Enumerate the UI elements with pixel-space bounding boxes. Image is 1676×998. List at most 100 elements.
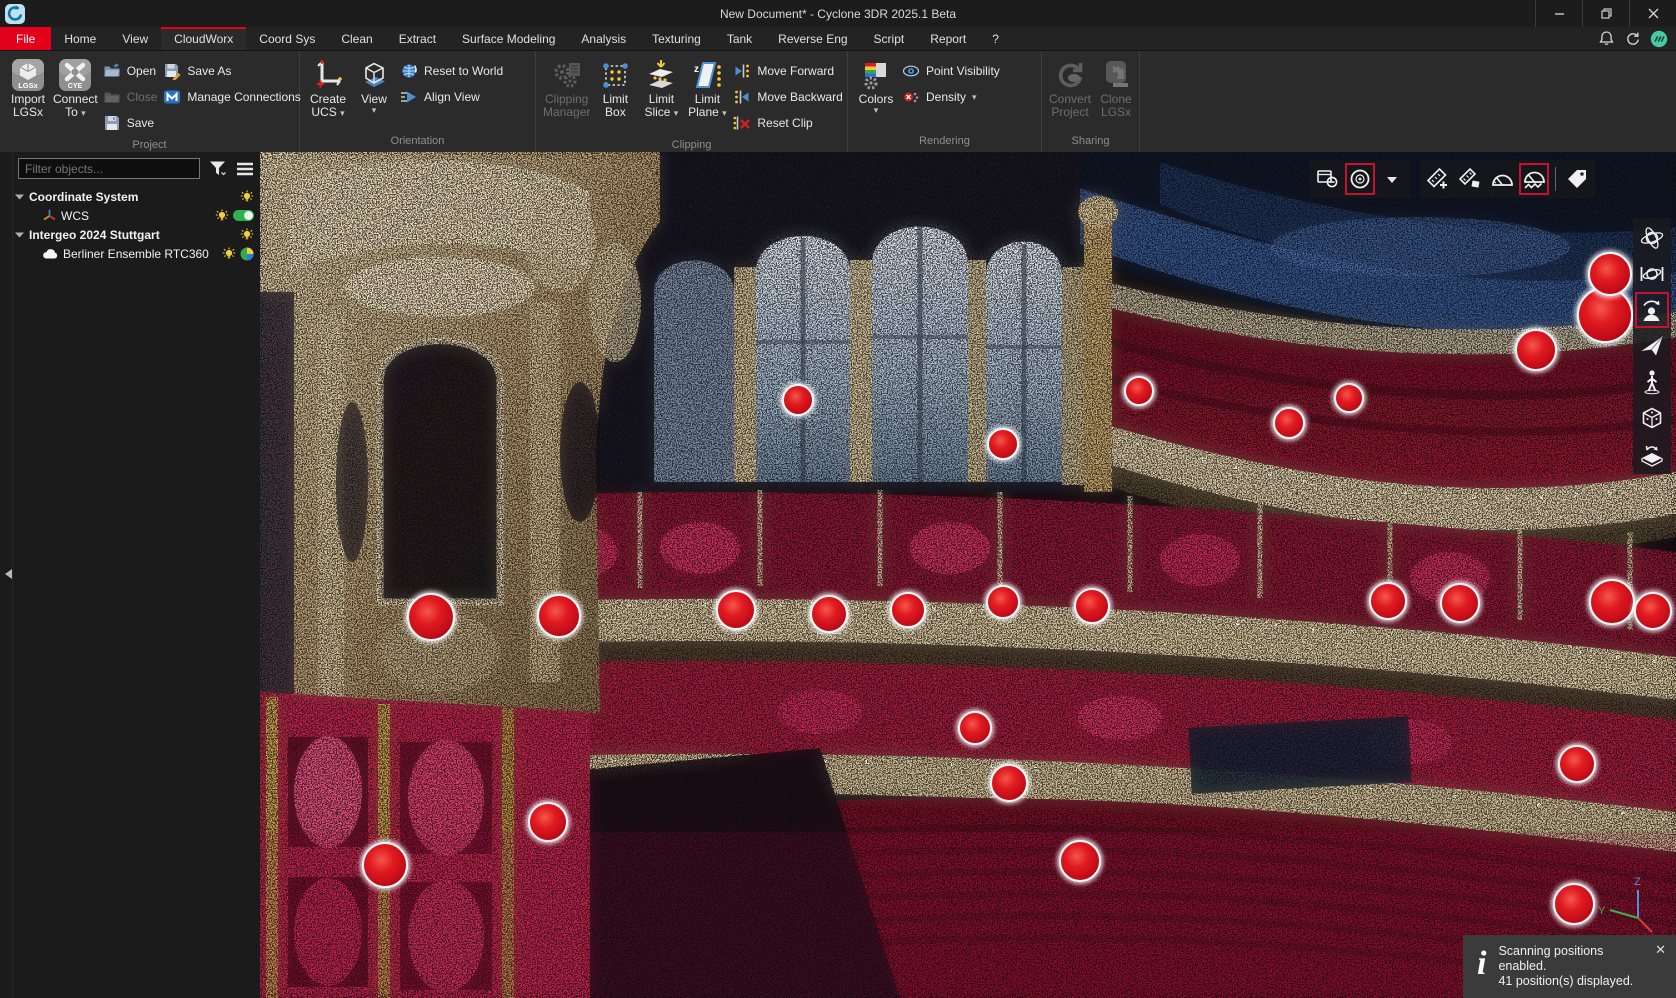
scan-position-marker[interactable] — [1587, 577, 1637, 627]
scan-position-marker[interactable] — [535, 592, 583, 640]
fly-mode[interactable] — [1635, 328, 1669, 364]
scan-position-marker[interactable] — [405, 591, 457, 643]
save-icon — [103, 114, 121, 132]
examine-mode[interactable] — [1635, 292, 1669, 328]
density-button[interactable]: Density▾ — [899, 87, 1003, 107]
tab-file[interactable]: File — [0, 27, 51, 50]
scan-position-marker[interactable] — [1438, 581, 1482, 625]
limit-slice-button[interactable]: LimitSlice ▾ — [638, 54, 684, 119]
close-button[interactable] — [1629, 0, 1676, 27]
filter-icon[interactable] — [209, 160, 227, 177]
box-measurement[interactable] — [1455, 163, 1485, 195]
bulb-icon[interactable] — [222, 247, 236, 261]
connect-to-button[interactable]: CYEConnectTo ▾ — [51, 54, 100, 119]
scan-positions[interactable] — [1345, 163, 1375, 195]
labels[interactable] — [1562, 163, 1592, 195]
scan-position-marker[interactable] — [360, 840, 410, 890]
angle-measurement[interactable] — [1487, 163, 1517, 195]
save-as-button[interactable]: Save As — [160, 61, 303, 81]
sync-icon[interactable] — [1624, 30, 1641, 47]
bulb-icon[interactable] — [240, 190, 254, 204]
tab-extract[interactable]: Extract — [386, 27, 449, 50]
point-visibility-button[interactable]: Point Visibility — [899, 61, 1003, 81]
viewport-3d[interactable]: Z Y X i Scanning positionsenabled.41 pos… — [260, 152, 1676, 998]
panel-menu-icon[interactable] — [236, 162, 254, 176]
reset-to-world-button[interactable]: Reset to World — [397, 61, 506, 81]
scan-position-marker[interactable] — [956, 709, 994, 747]
expand-icon[interactable] — [14, 230, 25, 240]
restore-button[interactable] — [1582, 0, 1629, 27]
scan-position-marker[interactable] — [1072, 586, 1112, 626]
open-button[interactable]: Open — [100, 61, 161, 81]
limit-plane-button[interactable]: zLimitPlane ▾ — [684, 54, 730, 119]
minimize-button[interactable] — [1535, 0, 1582, 27]
reset-clip-button[interactable]: Reset Clip — [730, 113, 845, 133]
scan-position-marker[interactable] — [1551, 881, 1597, 927]
walk-mode[interactable] — [1635, 364, 1669, 400]
scan-position-marker[interactable] — [1332, 381, 1366, 415]
account-icon[interactable] — [1650, 30, 1668, 48]
tab-tank[interactable]: Tank — [714, 27, 765, 50]
scan-position-marker[interactable] — [988, 762, 1030, 804]
tree-item-intergeo-2024-stuttgart[interactable]: Intergeo 2024 Stuttgart — [0, 225, 260, 244]
constrained-orbit-mode[interactable] — [1635, 256, 1669, 292]
app-icon[interactable] — [5, 4, 25, 24]
limit-box-button[interactable]: LimitBox — [592, 54, 638, 119]
tab-reverse-eng[interactable]: Reverse Eng — [765, 27, 860, 50]
tab-texturing[interactable]: Texturing — [639, 27, 714, 50]
add-measurement[interactable] — [1423, 163, 1453, 195]
manage-connections-button[interactable]: Manage Connections — [160, 87, 303, 107]
tab-analysis[interactable]: Analysis — [568, 27, 639, 50]
reset-view[interactable] — [1635, 436, 1669, 472]
tab-home[interactable]: Home — [51, 27, 109, 50]
notification-close-icon[interactable]: ✕ — [1655, 943, 1666, 956]
bell-icon[interactable] — [1598, 30, 1615, 47]
scan-position-marker[interactable] — [985, 426, 1021, 462]
tab-coord-sys[interactable]: Coord Sys — [246, 27, 328, 50]
scan-position-marker[interactable] — [984, 583, 1022, 621]
scan-position-marker[interactable] — [780, 382, 816, 418]
view-button[interactable]: View▾ — [351, 54, 397, 114]
scan-position-marker[interactable] — [1057, 838, 1103, 884]
view-cube[interactable] — [1635, 400, 1669, 436]
import-lgsx-button[interactable]: LGSxImportLGSx — [5, 54, 51, 119]
move-forward-button[interactable]: Move Forward — [730, 61, 845, 81]
tree-item-coordinate-system[interactable]: Coordinate System — [0, 187, 260, 206]
tab-cloudworx[interactable]: CloudWorx — [161, 27, 246, 50]
pano-window-link[interactable] — [1313, 163, 1343, 195]
scan-position-marker[interactable] — [1122, 374, 1156, 408]
scan-position-marker[interactable] — [1271, 405, 1307, 441]
scan-position-marker[interactable] — [1586, 250, 1634, 298]
tab-surface-modeling[interactable]: Surface Modeling — [449, 27, 568, 50]
scan-position-marker[interactable] — [714, 588, 758, 632]
tab-report[interactable]: Report — [917, 27, 979, 50]
tab-view[interactable]: View — [109, 27, 161, 50]
scan-position-marker[interactable] — [1367, 580, 1409, 622]
tab-script[interactable]: Script — [861, 27, 918, 50]
scan-position-marker[interactable] — [526, 800, 570, 844]
tab--[interactable]: ? — [979, 27, 1012, 50]
expand-icon[interactable] — [14, 192, 25, 202]
surface-measurement[interactable] — [1519, 163, 1549, 195]
scan-position-marker[interactable] — [888, 590, 928, 630]
scan-position-marker[interactable] — [1513, 327, 1559, 373]
orbit-mode[interactable] — [1635, 220, 1669, 256]
bulb-icon[interactable] — [240, 228, 254, 242]
scan-position-marker[interactable] — [1556, 743, 1598, 785]
align-view-button[interactable]: Align View — [397, 87, 506, 107]
tree-item-berliner-ensemble-rtc360[interactable]: Berliner Ensemble RTC360 — [0, 244, 260, 263]
bulb-icon[interactable] — [215, 209, 229, 223]
visibility-toggle[interactable] — [233, 210, 254, 221]
tree-item-wcs[interactable]: WCS — [0, 206, 260, 225]
scan-positions-dropdown[interactable] — [1377, 163, 1407, 195]
move-backward-button[interactable]: Move Backward — [730, 87, 845, 107]
scan-position-marker[interactable] — [1632, 590, 1674, 632]
scan-position-marker[interactable] — [808, 593, 850, 635]
save-button[interactable]: Save — [100, 113, 161, 133]
colors-button[interactable]: Colors▾ — [853, 54, 899, 114]
tab-clean[interactable]: Clean — [328, 27, 385, 50]
filter-objects-input[interactable] — [18, 158, 200, 179]
lod-icon[interactable] — [240, 247, 254, 261]
create-ucs-button[interactable]: CreateUCS ▾ — [305, 54, 351, 119]
panel-collapse-handle[interactable] — [4, 566, 16, 582]
